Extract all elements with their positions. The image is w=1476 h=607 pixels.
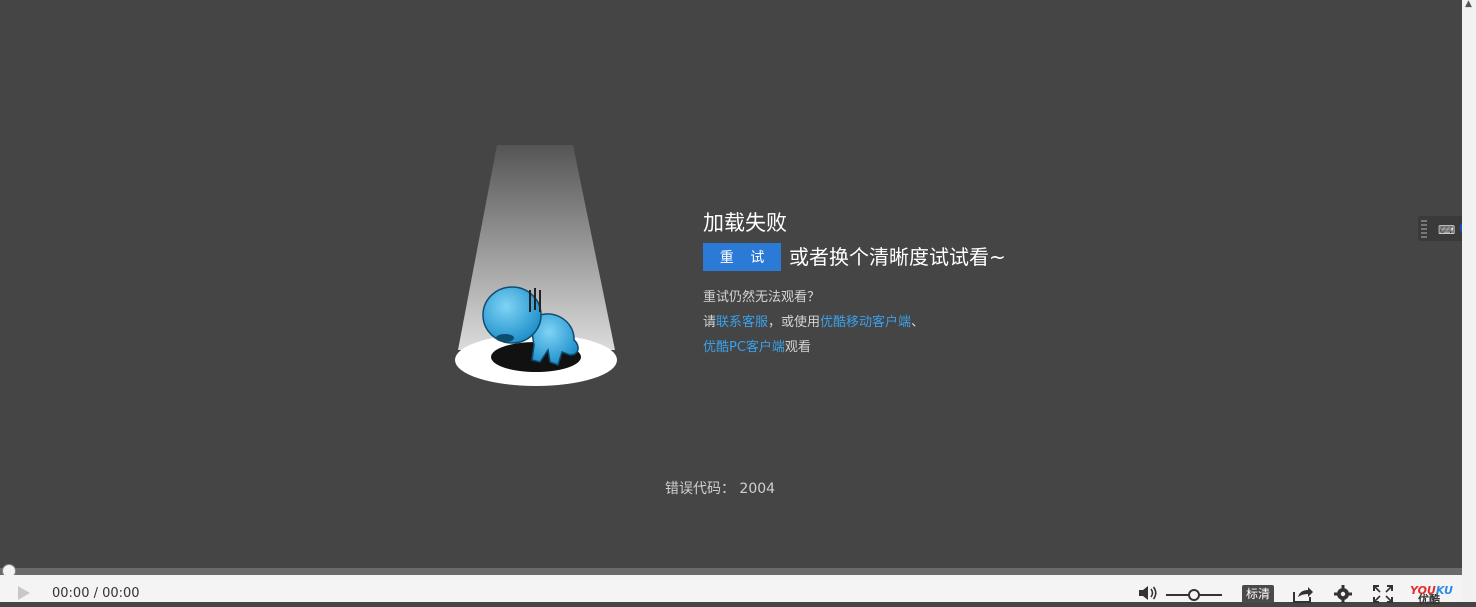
drag-handle-icon[interactable] — [1421, 220, 1427, 238]
cannot-watch-line: 重试仍然无法观看？ — [703, 290, 821, 305]
pc-client-line: 优酷PC客户端观看 — [703, 335, 924, 360]
pc-client-link[interactable]: 优酷PC客户端 — [703, 340, 785, 355]
volume-handle[interactable] — [1188, 589, 1200, 601]
mobile-client-link[interactable]: 优酷移动客户端 — [820, 315, 911, 330]
share-icon[interactable] — [1292, 585, 1314, 603]
contact-line: 请联系客服，或使用优酷移动客户端、 — [703, 310, 924, 335]
error-code: 错误代码： 2004 — [0, 478, 1440, 498]
quality-button[interactable]: 标清 — [1242, 585, 1274, 603]
youku-logo[interactable]: YOUKU 优酷 — [1410, 579, 1456, 606]
video-player: 加载失败 重 试 或者换个清晰度试试看~ 重试仍然无法观看？ 请联系客服，或使用… — [0, 0, 1462, 606]
scroll-up-icon[interactable]: ▲ — [1465, 0, 1472, 9]
scrollbar[interactable]: ▲ — [1462, 0, 1476, 602]
progress-bar[interactable] — [0, 568, 1462, 575]
help-text: 重试仍然无法观看？ 请联系客服，或使用优酷移动客户端、 优酷PC客户端观看 — [703, 285, 924, 360]
volume-icon[interactable] — [1138, 585, 1158, 601]
spotlight-mascot-illustration — [455, 145, 617, 386]
separator-text: 、 — [911, 315, 925, 330]
watch-text: 观看 — [784, 340, 811, 355]
change-quality-hint: 或者换个清晰度试试看~ — [789, 245, 1006, 269]
fullscreen-icon[interactable] — [1372, 585, 1394, 603]
error-title: 加载失败 — [703, 211, 787, 235]
or-use-text: ，或使用 — [768, 315, 821, 330]
retry-button[interactable]: 重 试 — [703, 243, 781, 271]
error-code-label: 错误代码： — [664, 481, 735, 497]
control-bar: 00:00 / 00:00 标清 YOUKU 优酷 — [0, 575, 1462, 606]
time-display: 00:00 / 00:00 — [52, 586, 140, 601]
please-text: 请 — [703, 315, 717, 330]
play-icon[interactable] — [18, 586, 30, 600]
logo-text-cn: 优酷 — [1418, 593, 1440, 606]
keyboard-icon[interactable]: ⌨ — [1438, 223, 1455, 237]
settings-gear-icon[interactable] — [1332, 585, 1354, 603]
contact-support-link[interactable]: 联系客服 — [716, 315, 768, 330]
error-code-value: 2004 — [739, 481, 776, 497]
